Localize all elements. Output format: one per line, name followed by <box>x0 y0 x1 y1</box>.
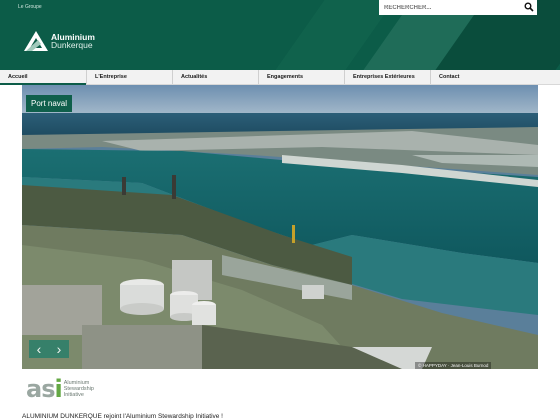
top-link-group[interactable]: Le Groupe <box>18 4 42 10</box>
nav-label: L'Entreprise <box>95 74 127 80</box>
aerial-port-image <box>22 85 538 369</box>
next-arrow-icon[interactable]: › <box>49 340 69 358</box>
search-icon[interactable] <box>524 2 534 12</box>
nav-item-engagements[interactable]: Engagements <box>259 70 345 84</box>
hero-slider <box>22 85 538 369</box>
photo-credit: © HAPPYDAY · Jean-Louis Burnod <box>415 362 492 369</box>
nav-label: Actualités <box>181 74 208 80</box>
slider-controls: ‹ › <box>29 340 69 358</box>
logo-icon <box>24 31 48 51</box>
site-logo[interactable]: Aluminium Dunkerque <box>24 31 95 51</box>
prev-arrow-icon[interactable]: ‹ <box>29 340 49 358</box>
news-headline[interactable]: ALUMINIUM DUNKERQUE rejoint l'Aluminium … <box>22 413 223 420</box>
search-input[interactable] <box>379 1 514 14</box>
nav-label: Contact <box>439 74 460 80</box>
nav-label: Engagements <box>267 74 304 80</box>
asi-logo[interactable]: asi Aluminium Stewardship Initiative <box>26 377 104 401</box>
nav-item-accueil[interactable]: Accueil <box>0 70 87 85</box>
site-header: Le Groupe Aluminium Dunkerque <box>0 0 560 70</box>
logo-line2: Dunkerque <box>51 40 93 50</box>
asi-logo-label: Aluminium Stewardship Initiative <box>63 380 94 398</box>
asi-logo-mark: asi <box>26 375 63 403</box>
nav-label: Entreprises Extérieures <box>353 74 415 80</box>
nav-item-entreprise[interactable]: L'Entreprise <box>87 70 173 84</box>
main-nav: Accueil L'Entreprise Actualités Engageme… <box>0 70 560 85</box>
nav-label: Accueil <box>8 74 28 80</box>
nav-item-actualites[interactable]: Actualités <box>173 70 259 84</box>
slide-caption: Port naval <box>26 95 73 112</box>
nav-item-contact[interactable]: Contact <box>431 70 560 84</box>
nav-item-entreprises-exterieures[interactable]: Entreprises Extérieures <box>345 70 431 84</box>
search-box[interactable] <box>379 0 537 15</box>
